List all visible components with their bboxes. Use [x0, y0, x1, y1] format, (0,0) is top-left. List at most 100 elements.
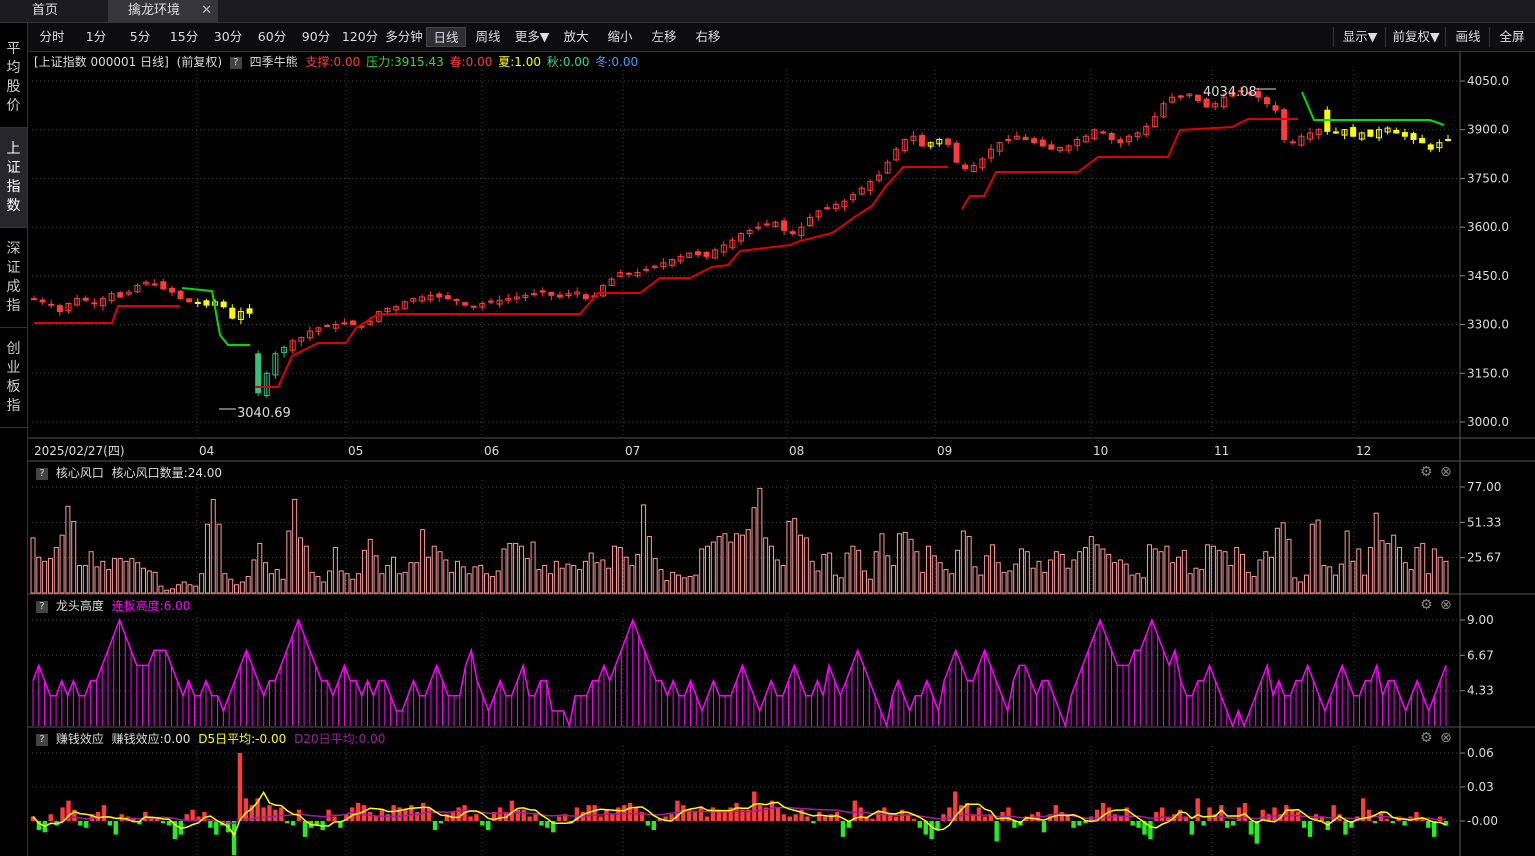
- effect-bar: [166, 821, 172, 826]
- effect-bar: [1301, 821, 1307, 828]
- wind-bar: [1333, 574, 1339, 594]
- support-line: [34, 305, 180, 324]
- wind-bar: [199, 573, 205, 594]
- candle-body: [643, 268, 650, 271]
- effect-bar: [385, 814, 390, 821]
- effect-bar: [752, 791, 757, 821]
- effect-bar: [1118, 816, 1124, 821]
- wind-bar: [170, 588, 176, 594]
- wind-bar: [1228, 564, 1234, 594]
- candle-body: [151, 283, 158, 286]
- chart-canvas[interactable]: 4050.0 3900.0 3750.0 3600.0 3450.0 3300.0 3150…: [0, 0, 1535, 856]
- wind-bar: [1042, 571, 1048, 594]
- effect-bar: [1041, 821, 1047, 833]
- wind-bar: [1408, 569, 1414, 594]
- effect-bar: [190, 809, 195, 821]
- wind-bar: [1309, 523, 1315, 594]
- effect-bar: [332, 816, 337, 821]
- wind-bar: [65, 505, 71, 594]
- wind-bar: [379, 573, 385, 594]
- wind-bar: [1013, 563, 1019, 594]
- effect-bar: [1307, 821, 1313, 837]
- candle-body: [350, 320, 357, 326]
- wind-bar: [739, 534, 745, 594]
- effect-bar: [627, 802, 633, 821]
- candle-body: [1272, 105, 1279, 111]
- wind-bar: [827, 552, 833, 594]
- wind-bar: [844, 552, 850, 594]
- wind-bar: [1315, 519, 1321, 594]
- wind-bar: [152, 571, 158, 594]
- wind-bar: [1420, 542, 1426, 594]
- wind-bar: [1391, 534, 1397, 594]
- wind-bar: [1414, 547, 1420, 594]
- effect-bar: [373, 816, 379, 821]
- wind-bar: [542, 564, 548, 594]
- wind-bar: [577, 569, 583, 594]
- wind-bar: [1187, 573, 1193, 594]
- wind-bar: [94, 566, 100, 594]
- effect-bar: [231, 821, 237, 855]
- wind-bar: [885, 555, 891, 594]
- wind-bar: [774, 559, 780, 594]
- effect-bar: [893, 816, 899, 821]
- effect-bar: [1148, 821, 1153, 840]
- wind-bar: [466, 573, 472, 594]
- wind-bar: [1082, 547, 1088, 594]
- effect-bar: [692, 811, 698, 821]
- wind-bar: [1426, 573, 1432, 594]
- candle-body: [177, 290, 184, 300]
- wind-bar: [431, 545, 437, 594]
- effect-bar: [1272, 807, 1277, 821]
- candle-body: [1281, 109, 1288, 140]
- effect-bar: [1248, 821, 1254, 835]
- x-tick-label: 05: [348, 444, 363, 458]
- wind-bar: [792, 518, 798, 594]
- wind-bar: [222, 573, 228, 594]
- wind-bar: [1176, 556, 1182, 594]
- x-tick-label: 06: [484, 444, 499, 458]
- candle-body: [781, 220, 788, 231]
- wind-bar: [315, 575, 321, 594]
- wind-bar: [321, 581, 327, 594]
- wind-bar: [425, 556, 431, 594]
- effect-bar: [243, 798, 249, 821]
- effect-bar: [101, 805, 107, 821]
- wind-bar: [164, 589, 170, 594]
- wind-bar: [734, 533, 740, 594]
- wind-bar: [210, 498, 216, 594]
- wind-bar: [1210, 545, 1216, 594]
- wind-bar: [1338, 563, 1344, 594]
- effect-bar: [267, 805, 272, 821]
- wind-bar: [705, 545, 711, 594]
- candle-body: [168, 287, 175, 293]
- wind-bar: [995, 562, 1001, 594]
- y-tick-label: 3000.0: [1467, 415, 1509, 429]
- effect-bar: [1071, 821, 1076, 828]
- wind-bar: [699, 548, 705, 594]
- effect-bar: [1390, 821, 1395, 824]
- wind-bar: [972, 566, 978, 594]
- candle-body: [1350, 127, 1357, 137]
- wind-bar: [594, 562, 600, 594]
- wind-bar: [1286, 538, 1292, 594]
- effect-bar: [302, 821, 308, 837]
- wind-bar: [373, 555, 379, 594]
- wind-bar: [1437, 556, 1443, 594]
- wind-bar: [1141, 577, 1147, 594]
- effect-bar: [645, 821, 651, 826]
- wind-bar: [30, 537, 36, 594]
- wind-bar: [1048, 559, 1054, 594]
- wind-bar: [867, 578, 873, 594]
- x-tick-label: 09: [937, 444, 952, 458]
- effect-bar: [604, 809, 609, 821]
- wind-bar: [187, 584, 193, 594]
- wind-bar: [507, 542, 513, 594]
- wind-bar: [1431, 548, 1437, 594]
- effect-bar: [361, 805, 367, 821]
- effect-bar: [734, 802, 739, 821]
- wind-bar: [1239, 553, 1245, 594]
- wind-bar: [1112, 562, 1118, 594]
- wind-bar: [693, 574, 699, 594]
- wind-bar: [1402, 562, 1408, 594]
